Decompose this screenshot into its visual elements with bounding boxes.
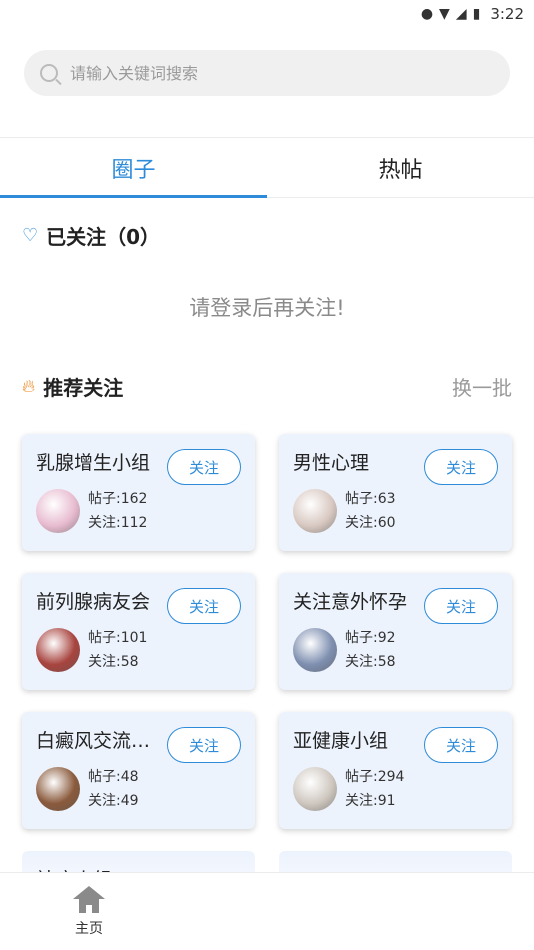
post-count: 帖子:92	[345, 630, 396, 646]
search-input[interactable]	[70, 63, 470, 83]
tab-bar: 圈子 热帖	[0, 138, 534, 198]
follow-button[interactable]: 关注	[167, 588, 241, 624]
wifi-icon: ▼	[439, 6, 450, 22]
fire-icon: 🔥︎	[22, 375, 36, 397]
bottom-nav: 主页	[0, 872, 534, 950]
followed-header: ♡ 已关注（0）	[0, 198, 534, 272]
post-count: 帖子:101	[88, 630, 148, 646]
follow-button[interactable]: 关注	[167, 727, 241, 763]
post-count: 帖子:162	[88, 491, 148, 507]
follower-count: 关注:91	[345, 793, 396, 809]
group-name: 亚健康小组	[293, 730, 389, 752]
post-count: 帖子:63	[345, 491, 396, 507]
login-hint[interactable]: 请登录后再关注!	[0, 278, 534, 356]
group-avatar	[36, 628, 80, 672]
heart-icon: ♡	[22, 224, 39, 246]
group-name: 乳腺增生小组	[36, 452, 151, 474]
status-bar: ● ▼ ◢ ▮ 3:22	[0, 0, 534, 28]
search-icon	[40, 64, 58, 82]
recommend-header: 🔥︎ 推荐关注 换一批	[0, 356, 534, 416]
group-name: 白癜风交流…	[36, 730, 151, 752]
battery-icon: ▮	[472, 6, 481, 22]
group-card[interactable]: 前列腺病友会 关注 帖子:101 关注:58	[22, 573, 255, 690]
follower-count: 关注:49	[88, 793, 139, 809]
home-icon	[73, 885, 105, 914]
followed-title: 已关注（0）	[46, 224, 161, 249]
status-time: 3:22	[490, 5, 524, 23]
group-name: 前列腺病友会	[36, 591, 151, 613]
tab-hot-posts[interactable]: 热帖	[267, 138, 534, 197]
group-card[interactable]: 乳腺增生小组 关注 帖子:162 关注:112	[22, 434, 255, 551]
follower-count: 关注:112	[88, 515, 148, 531]
group-card[interactable]: 白癜风交流… 关注 帖子:48 关注:49	[22, 712, 255, 829]
group-name: 男性心理	[293, 452, 370, 474]
follow-button[interactable]: 关注	[424, 449, 498, 485]
group-card[interactable]: 亚健康小组 关注 帖子:294 关注:91	[279, 712, 512, 829]
group-name: 关注意外怀孕	[293, 591, 408, 613]
location-icon: ●	[420, 6, 434, 22]
post-count: 帖子:48	[88, 769, 139, 785]
group-card[interactable]: 男性心理 关注 帖子:63 关注:60	[279, 434, 512, 551]
follower-count: 关注:58	[88, 654, 139, 670]
follow-button[interactable]: 关注	[424, 727, 498, 763]
nav-home[interactable]: 主页	[0, 885, 178, 938]
group-grid: 乳腺增生小组 关注 帖子:162 关注:112 男性心理 关注 帖子:63 关注…	[0, 416, 534, 950]
post-count: 帖子:294	[345, 769, 405, 785]
follower-count: 关注:60	[345, 515, 396, 531]
refresh-button[interactable]: 换一批	[452, 372, 512, 401]
signal-icon: ◢	[455, 6, 467, 22]
group-avatar	[293, 767, 337, 811]
search-area	[0, 28, 534, 138]
group-card[interactable]: 关注意外怀孕 关注 帖子:92 关注:58	[279, 573, 512, 690]
tab-circles[interactable]: 圈子	[0, 138, 267, 198]
follow-button[interactable]: 关注	[167, 449, 241, 485]
group-avatar	[36, 767, 80, 811]
search-bar[interactable]	[24, 50, 510, 96]
nav-home-label: 主页	[75, 920, 103, 937]
follower-count: 关注:58	[345, 654, 396, 670]
group-avatar	[293, 628, 337, 672]
group-avatar	[36, 489, 80, 533]
recommend-title: 推荐关注	[43, 375, 124, 400]
follow-button[interactable]: 关注	[424, 588, 498, 624]
group-avatar	[293, 489, 337, 533]
